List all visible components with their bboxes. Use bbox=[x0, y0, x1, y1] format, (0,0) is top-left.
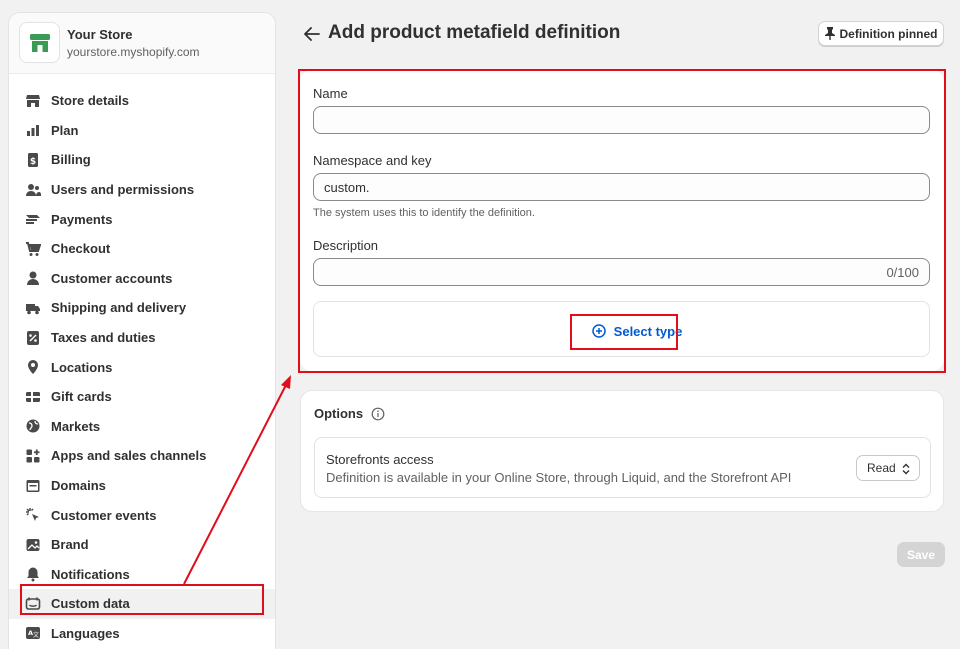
sidebar-item-payments[interactable]: Payments bbox=[9, 204, 275, 234]
sidebar-item-label: Users and permissions bbox=[51, 182, 195, 198]
store-url: yourstore.myshopify.com bbox=[67, 45, 200, 59]
gift-card-icon bbox=[25, 389, 41, 405]
sidebar-item-customer-accounts[interactable]: Customer accounts bbox=[9, 264, 275, 294]
definition-form-card: Name Namespace and key custom. The syste… bbox=[300, 70, 944, 371]
sidebar-item-label: Plan bbox=[51, 122, 79, 138]
namespace-help-text: The system uses this to identify the def… bbox=[313, 207, 535, 219]
pin-button-label: Definition pinned bbox=[839, 26, 938, 41]
tax-icon bbox=[25, 330, 41, 346]
options-title: Options bbox=[314, 406, 364, 421]
person-icon bbox=[25, 270, 41, 286]
payments-icon bbox=[25, 211, 41, 227]
description-label: Description bbox=[313, 238, 379, 253]
store-logo-icon bbox=[19, 22, 60, 63]
sidebar-item-markets[interactable]: Markets bbox=[9, 412, 275, 442]
sidebar-item-users[interactable]: Users and permissions bbox=[9, 175, 275, 205]
sidebar-item-brand[interactable]: Brand bbox=[9, 530, 275, 560]
sidebar-item-label: Custom data bbox=[51, 596, 130, 612]
domain-icon bbox=[25, 478, 41, 494]
name-label: Name bbox=[313, 86, 348, 101]
location-pin-icon bbox=[25, 359, 41, 375]
select-type-button[interactable]: Select type bbox=[584, 314, 690, 348]
apps-icon bbox=[25, 448, 41, 464]
sidebar-item-checkout[interactable]: Checkout bbox=[9, 234, 275, 264]
select-type-label: Select type bbox=[613, 323, 683, 339]
sidebar-item-label: Billing bbox=[51, 152, 91, 168]
sidebar-item-label: Brand bbox=[51, 537, 89, 553]
sidebar-item-label: Domains bbox=[51, 478, 106, 494]
access-select-value: Read bbox=[867, 461, 896, 475]
storefronts-access-row: Storefronts access Definition is availab… bbox=[314, 437, 931, 498]
description-field[interactable]: 0/100 bbox=[313, 258, 930, 286]
storefronts-access-description: Definition is available in your Online S… bbox=[326, 470, 792, 485]
brand-icon bbox=[25, 537, 41, 553]
back-button[interactable] bbox=[302, 24, 322, 44]
store-header[interactable]: Your Store yourstore.myshopify.com bbox=[9, 13, 275, 74]
billing-icon: $ bbox=[25, 152, 41, 168]
custom-data-icon bbox=[25, 596, 41, 612]
sidebar-item-domains[interactable]: Domains bbox=[9, 471, 275, 501]
sidebar-item-label: Shipping and delivery bbox=[51, 300, 187, 316]
namespace-key-value: custom. bbox=[324, 179, 370, 195]
sidebar-item-label: Gift cards bbox=[51, 389, 112, 405]
sidebar-item-custom-data[interactable]: Custom data bbox=[9, 589, 275, 619]
sidebar-item-gift-cards[interactable]: Gift cards bbox=[9, 382, 275, 412]
plus-circle-icon bbox=[591, 324, 606, 338]
storefronts-access-title: Storefronts access bbox=[326, 452, 434, 467]
sidebar-item-label: Languages bbox=[51, 625, 120, 641]
pin-icon bbox=[824, 27, 835, 40]
sidebar-item-notifications[interactable]: Notifications bbox=[9, 560, 275, 590]
sidebar-item-label: Customer accounts bbox=[51, 270, 173, 286]
select-chevron-icon bbox=[902, 463, 910, 475]
sidebar-item-locations[interactable]: Locations bbox=[9, 352, 275, 382]
namespace-key-field[interactable]: custom. bbox=[313, 173, 930, 201]
svg-text:$: $ bbox=[30, 157, 36, 167]
users-icon bbox=[25, 182, 41, 198]
name-field[interactable] bbox=[313, 106, 930, 134]
select-type-container: Select type bbox=[313, 301, 930, 357]
sidebar-item-label: Store details bbox=[51, 93, 130, 109]
sidebar-item-label: Customer events bbox=[51, 507, 157, 523]
truck-icon bbox=[25, 300, 41, 316]
sidebar-item-label: Notifications bbox=[51, 566, 130, 582]
sidebar-item-shipping[interactable]: Shipping and delivery bbox=[9, 293, 275, 323]
sidebar-item-plan[interactable]: Plan bbox=[9, 116, 275, 146]
sidebar-item-billing[interactable]: $ Billing bbox=[9, 145, 275, 175]
sidebar-item-languages[interactable]: A文 Languages bbox=[9, 619, 275, 649]
sidebar-item-label: Checkout bbox=[51, 241, 111, 257]
settings-sidebar: Your Store yourstore.myshopify.com Store… bbox=[8, 12, 276, 649]
store-name: Your Store bbox=[67, 27, 133, 42]
cursor-click-icon bbox=[25, 507, 41, 523]
character-counter: 0/100 bbox=[886, 264, 919, 280]
sidebar-item-customer-events[interactable]: Customer events bbox=[9, 500, 275, 530]
sidebar-item-label: Taxes and duties bbox=[51, 330, 156, 346]
sidebar-item-apps[interactable]: Apps and sales channels bbox=[9, 441, 275, 471]
namespace-label: Namespace and key bbox=[313, 153, 432, 168]
cart-icon bbox=[25, 241, 41, 257]
storefront-icon bbox=[25, 93, 41, 109]
sidebar-item-store-details[interactable]: Store details bbox=[9, 86, 275, 116]
svg-text:文: 文 bbox=[33, 631, 39, 639]
storefronts-access-select[interactable]: Read bbox=[856, 455, 920, 481]
settings-nav: Store details Plan $ Billing Users and p… bbox=[9, 86, 275, 648]
options-heading: Options bbox=[314, 406, 385, 421]
sidebar-item-label: Markets bbox=[51, 418, 101, 434]
definition-pinned-button[interactable]: Definition pinned bbox=[818, 21, 944, 46]
plan-icon bbox=[25, 122, 41, 138]
save-button[interactable]: Save bbox=[897, 542, 945, 567]
options-card: Options Storefronts access Definition is… bbox=[300, 390, 944, 512]
globe-icon bbox=[25, 418, 41, 434]
sidebar-item-label: Payments bbox=[51, 211, 113, 227]
info-icon[interactable] bbox=[371, 407, 385, 421]
sidebar-item-label: Apps and sales channels bbox=[51, 448, 207, 464]
sidebar-item-label: Locations bbox=[51, 359, 113, 375]
sidebar-item-taxes[interactable]: Taxes and duties bbox=[9, 323, 275, 353]
arrow-left-icon bbox=[304, 27, 320, 41]
language-icon: A文 bbox=[25, 625, 41, 641]
page-title: Add product metafield definition bbox=[328, 22, 621, 43]
bell-icon bbox=[25, 566, 41, 582]
